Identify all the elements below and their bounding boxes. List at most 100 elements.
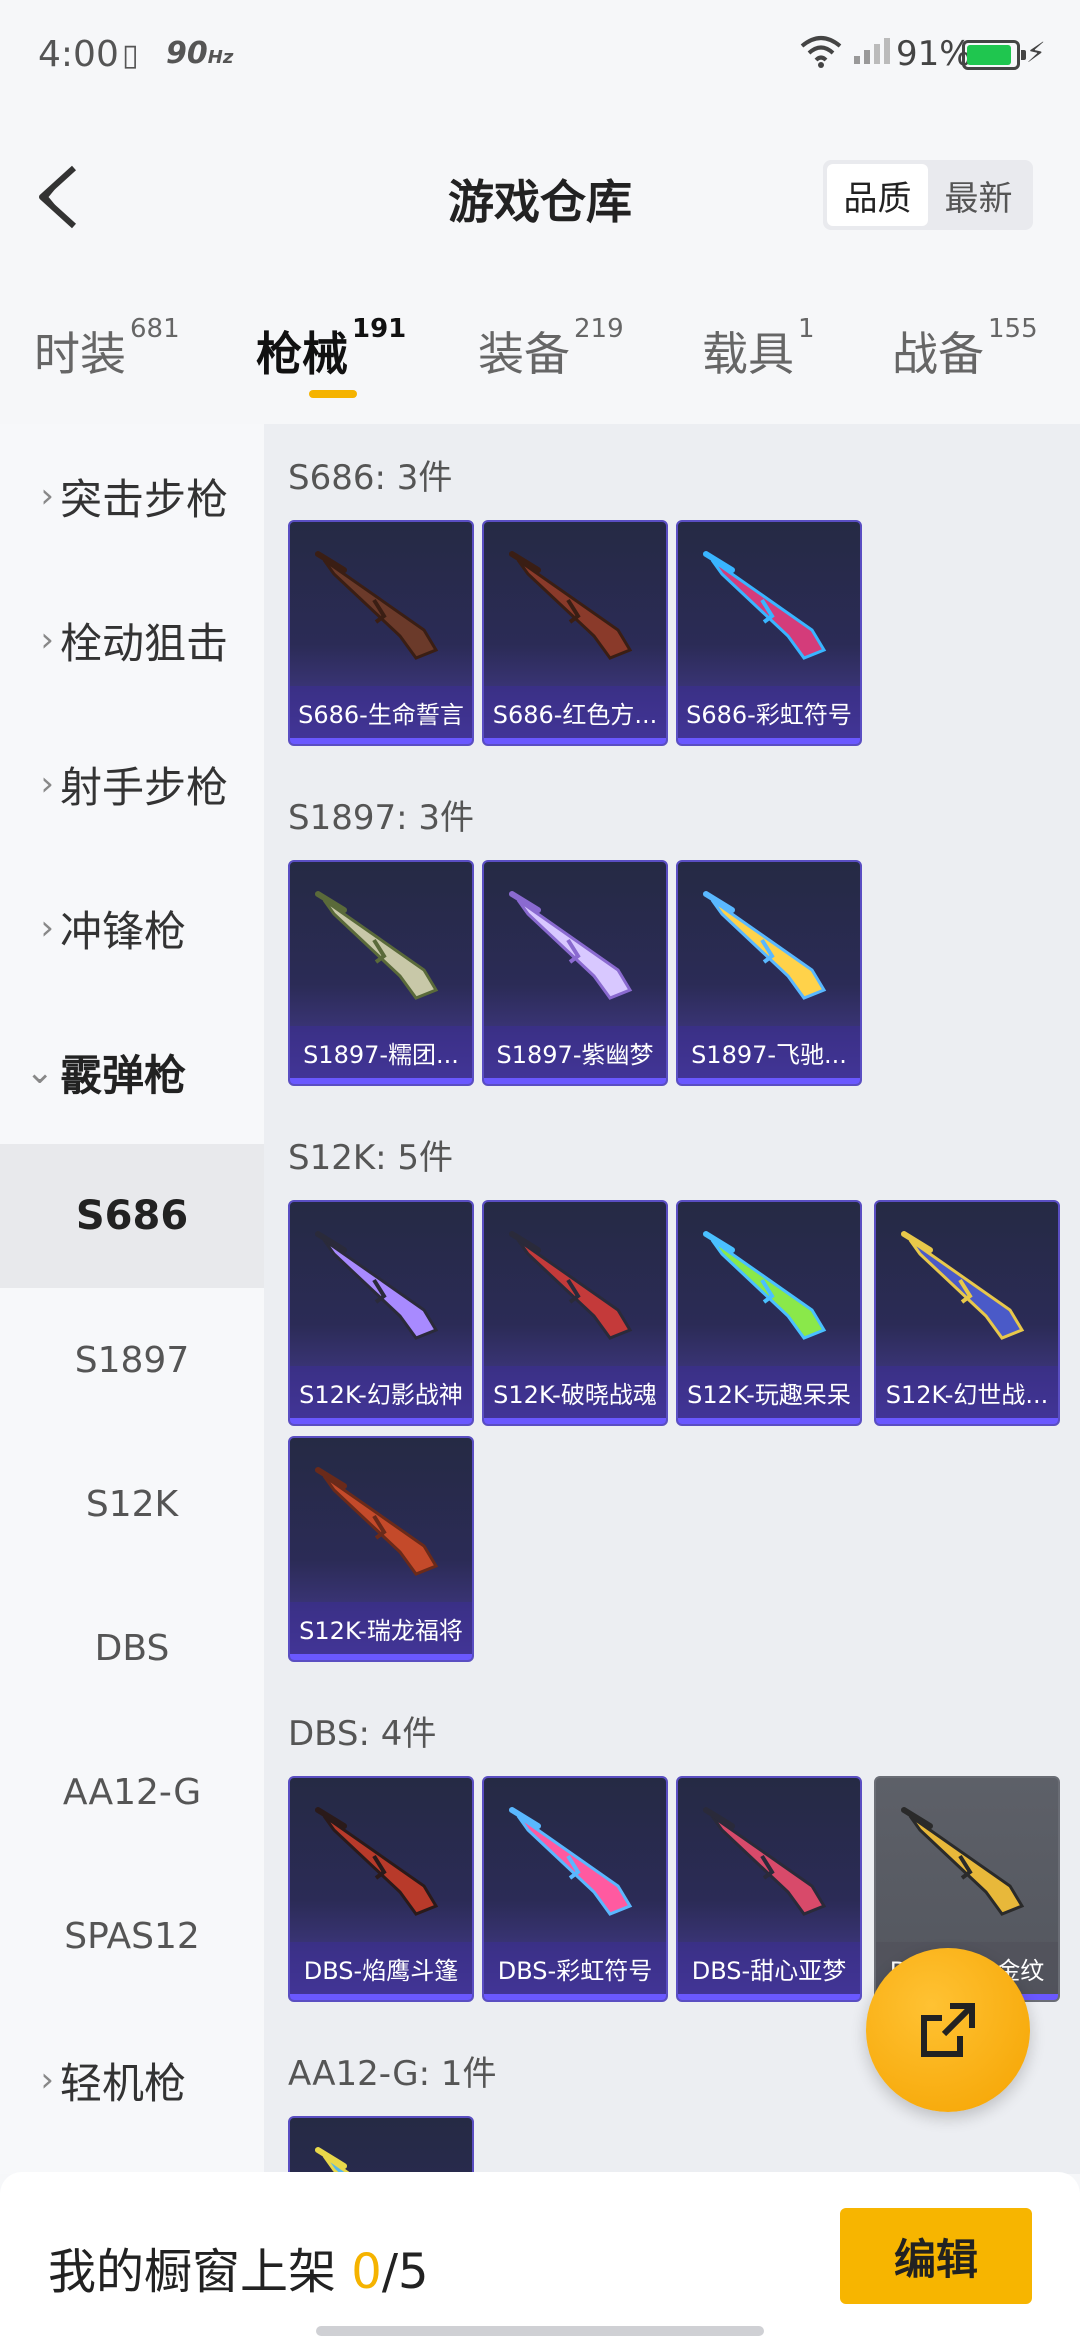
battery-icon bbox=[962, 40, 1026, 70]
weapon-image bbox=[901, 1231, 1025, 1340]
status-bar: 4:00 ▯ 90Hz 91% ⚡ bbox=[0, 0, 1080, 110]
sidebar-sub-dbs[interactable]: DBS bbox=[0, 1576, 264, 1720]
tab-vehicles-label: 载具 bbox=[702, 327, 794, 381]
item-card[interactable]: S1897-紫幽梦 bbox=[482, 860, 668, 1086]
weapon-image bbox=[703, 1231, 827, 1340]
weapon-image bbox=[315, 551, 439, 660]
tab-equipment-count: 219 bbox=[574, 314, 624, 344]
weapon-image bbox=[703, 1807, 827, 1916]
item-card[interactable]: S1897-糯团... bbox=[288, 860, 474, 1086]
sidebar-cat-bolt-sniper[interactable]: › 栓动狙击 bbox=[0, 568, 264, 712]
showcase-label: 我的橱窗上架 bbox=[48, 2244, 352, 2300]
share-button[interactable] bbox=[866, 1948, 1030, 2112]
tab-fashion[interactable]: 时装 681 bbox=[34, 314, 180, 384]
sidebar: › 突击步枪 › 栓动狙击 › 射手步枪 › 冲锋枪 ⌄ 霰弹枪 S686 S1897 S… bbox=[0, 424, 264, 2174]
rarity-bar bbox=[290, 1078, 472, 1084]
item-name: S686-彩虹符号 bbox=[678, 686, 860, 738]
item-card[interactable]: S12K-幻影战神 bbox=[288, 1200, 474, 1426]
sidebar-sub-aa12g[interactable]: AA12-G bbox=[0, 1720, 264, 1864]
item-card[interactable]: S1897-飞驰... bbox=[676, 860, 862, 1086]
sidebar-sub-s12k[interactable]: S12K bbox=[0, 1432, 264, 1576]
item-name: S12K-破晓战魂 bbox=[484, 1366, 666, 1418]
sort-option-latest[interactable]: 最新 bbox=[928, 164, 1029, 226]
weapon-image bbox=[703, 551, 827, 660]
tab-fashion-count: 681 bbox=[130, 314, 180, 344]
battery-level bbox=[967, 45, 1011, 65]
bottom-bar: 我的橱窗上架 0/5 编辑 bbox=[0, 2172, 1080, 2340]
weapon-image bbox=[315, 2147, 353, 2174]
item-name: S1897-紫幽梦 bbox=[484, 1026, 666, 1078]
sort-toggle[interactable]: 品质 最新 bbox=[823, 160, 1033, 230]
weapon-image bbox=[509, 551, 633, 660]
showcase-status: 我的橱窗上架 0/5 bbox=[48, 2232, 429, 2302]
battery-percent: 91% bbox=[896, 34, 972, 74]
sidebar-cat-assault-rifle[interactable]: › 突击步枪 bbox=[0, 424, 264, 568]
section-title: S1897: 3件 bbox=[288, 798, 475, 838]
item-name: S1897-糯团... bbox=[290, 1026, 472, 1078]
weapon-image bbox=[315, 1807, 439, 1916]
sidebar-sub-s1897[interactable]: S1897 bbox=[0, 1288, 264, 1432]
sidebar-cat-lmg[interactable]: › 轻机枪 bbox=[0, 2008, 264, 2152]
sidebar-cat-label: 射手步枪 bbox=[60, 762, 229, 812]
item-name: S686-生命誓言 bbox=[290, 686, 472, 738]
sidebar-cat-dmr[interactable]: › 射手步枪 bbox=[0, 712, 264, 856]
section-title: AA12-G: 1件 bbox=[288, 2054, 497, 2094]
sidebar-cat-shotgun[interactable]: ⌄ 霰弹枪 bbox=[0, 1000, 264, 1144]
chevron-right-icon: › bbox=[40, 764, 54, 804]
refresh-rate: 90Hz bbox=[166, 36, 233, 71]
item-name: S686-红色方... bbox=[484, 686, 666, 738]
item-card[interactable]: DBS-焰鹰斗篷 bbox=[288, 1776, 474, 2002]
sort-option-quality[interactable]: 品质 bbox=[827, 164, 928, 226]
weapon-image bbox=[315, 1231, 439, 1340]
tab-vehicles-count: 1 bbox=[798, 314, 815, 344]
tab-equipment[interactable]: 装备 219 bbox=[478, 314, 624, 384]
wifi-icon bbox=[800, 36, 842, 68]
tab-equipment-label: 装备 bbox=[478, 327, 570, 381]
sidebar-cat-label: 轻机枪 bbox=[60, 2058, 187, 2108]
item-card[interactable]: S12K-破晓战魂 bbox=[482, 1200, 668, 1426]
rarity-bar bbox=[678, 1078, 860, 1084]
charging-icon: ⚡ bbox=[1026, 36, 1046, 69]
rarity-bar bbox=[484, 738, 666, 744]
sidebar-cat-label: 突击步枪 bbox=[60, 474, 229, 524]
vibrate-icon: ▯ bbox=[122, 38, 139, 73]
rarity-bar bbox=[876, 1418, 1058, 1424]
item-name: S12K-玩趣呆呆 bbox=[678, 1366, 860, 1418]
rarity-bar bbox=[290, 1994, 472, 2000]
sidebar-cat-label: 冲锋枪 bbox=[60, 906, 187, 956]
sidebar-cat-smg[interactable]: › 冲锋枪 bbox=[0, 856, 264, 1000]
weapon-image bbox=[509, 891, 633, 1000]
weapon-image bbox=[315, 891, 439, 1000]
tab-vehicles[interactable]: 载具 1 bbox=[702, 314, 815, 384]
sidebar-sub-spas12[interactable]: SPAS12 bbox=[0, 1864, 264, 2008]
sidebar-sub-s686[interactable]: S686 bbox=[0, 1144, 264, 1288]
item-card[interactable]: DBS-彩虹符号 bbox=[482, 1776, 668, 2002]
home-indicator[interactable] bbox=[316, 2326, 764, 2336]
signal-icon bbox=[854, 38, 890, 64]
rarity-bar bbox=[484, 1418, 666, 1424]
chevron-right-icon: › bbox=[40, 908, 54, 948]
item-card[interactable] bbox=[288, 2116, 474, 2174]
category-tabs: 时装 681 枪械 191 装备 219 载具 1 战备 155 bbox=[0, 300, 1080, 410]
item-card[interactable]: S686-红色方... bbox=[482, 520, 668, 746]
item-name: DBS-彩虹符号 bbox=[484, 1942, 666, 1994]
rarity-bar bbox=[484, 1994, 666, 2000]
sidebar-cat-label: 霰弹枪 bbox=[60, 1050, 187, 1100]
rarity-bar bbox=[290, 1654, 472, 1660]
rarity-bar bbox=[678, 738, 860, 744]
item-card[interactable]: S12K-幻世战... bbox=[874, 1200, 1060, 1426]
tab-firearms[interactable]: 枪械 191 bbox=[256, 314, 406, 384]
item-card[interactable]: S12K-玩趣呆呆 bbox=[676, 1200, 862, 1426]
item-name: S12K-瑞龙福将 bbox=[290, 1602, 472, 1654]
chevron-right-icon: › bbox=[40, 2060, 54, 2100]
weapon-image bbox=[509, 1807, 633, 1916]
item-name: DBS-甜心亚梦 bbox=[678, 1942, 860, 1994]
tab-supplies[interactable]: 战备 155 bbox=[892, 314, 1038, 384]
item-card[interactable]: S12K-瑞龙福将 bbox=[288, 1436, 474, 1662]
edit-button[interactable]: 编辑 bbox=[840, 2208, 1032, 2304]
item-card[interactable]: S686-生命誓言 bbox=[288, 520, 474, 746]
section-title: DBS: 4件 bbox=[288, 1714, 437, 1754]
item-card[interactable]: S686-彩虹符号 bbox=[676, 520, 862, 746]
item-name: S1897-飞驰... bbox=[678, 1026, 860, 1078]
item-card[interactable]: DBS-甜心亚梦 bbox=[676, 1776, 862, 2002]
